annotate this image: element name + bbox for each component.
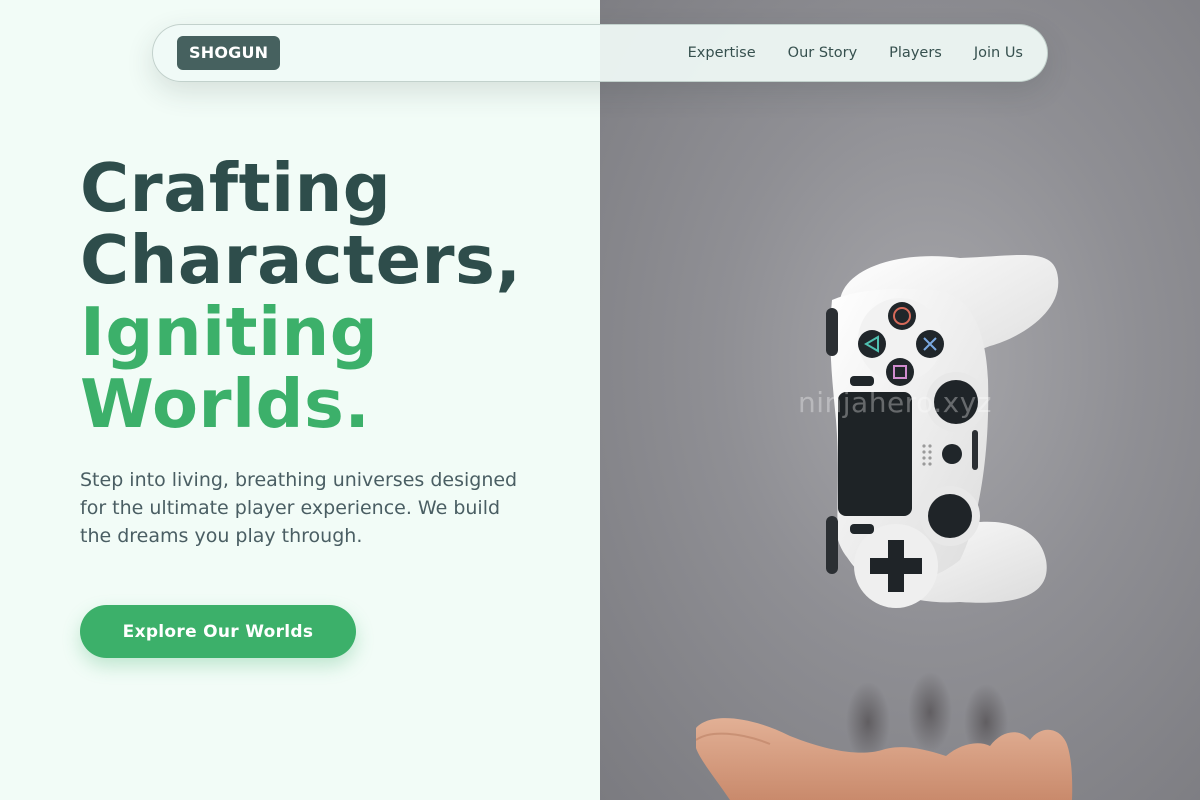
hero-text-panel: Crafting Characters, Igniting Worlds. St… (0, 0, 600, 800)
hero-headline: Crafting Characters, Igniting Worlds. (80, 152, 521, 440)
nav-links: Expertise Our Story Players Join Us (688, 45, 1023, 61)
explore-worlds-button[interactable]: Explore Our Worlds (80, 605, 356, 658)
watermark-text: ninjahero.xyz (798, 386, 992, 419)
top-navigation: SHOGUN Expertise Our Story Players Join … (152, 24, 1048, 82)
headline-line-3: Igniting (80, 293, 379, 371)
headline-line-2: Characters, (80, 221, 522, 299)
nav-link-join-us[interactable]: Join Us (974, 45, 1023, 61)
nav-link-players[interactable]: Players (889, 45, 942, 61)
hero-subtext: Step into living, breathing universes de… (80, 469, 518, 547)
headline-line-1: Crafting (80, 149, 392, 227)
nav-link-our-story[interactable]: Our Story (788, 45, 857, 61)
logo[interactable]: SHOGUN (177, 36, 281, 70)
headline-line-4: Worlds. (80, 365, 371, 443)
landing-page: Crafting Characters, Igniting Worlds. St… (0, 0, 1200, 800)
hero-image: ninjahero.xyz (600, 0, 1200, 800)
nav-link-expertise[interactable]: Expertise (688, 45, 756, 61)
